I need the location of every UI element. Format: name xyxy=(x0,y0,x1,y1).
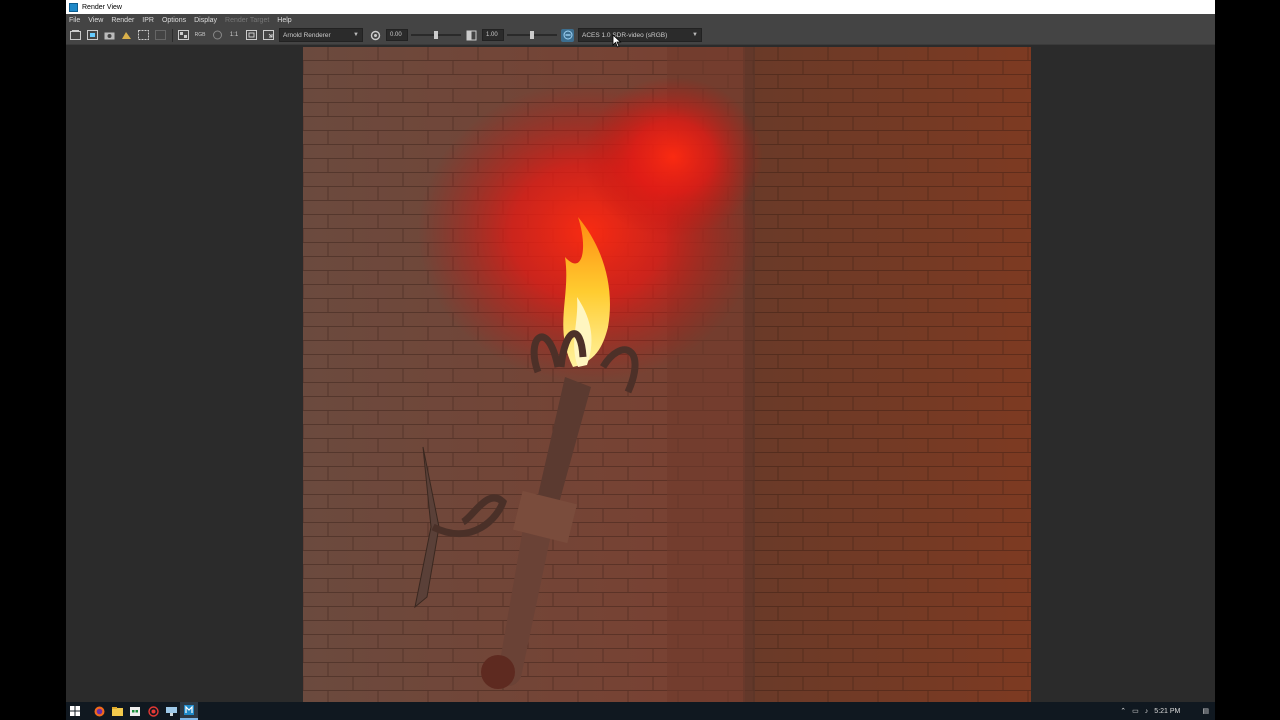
store-icon[interactable] xyxy=(126,702,144,720)
render-viewport[interactable] xyxy=(66,45,1215,702)
rendered-torch-image xyxy=(303,47,1031,702)
chevron-up-icon[interactable]: ⌃ xyxy=(1120,707,1126,715)
exposure-slider[interactable] xyxy=(411,29,461,41)
gamma-slider-thumb[interactable] xyxy=(530,31,534,39)
menu-bar: File View Render IPR Options Display Ren… xyxy=(66,14,1215,26)
display-rgb-icon[interactable] xyxy=(177,29,189,41)
title-bar: Render View xyxy=(66,0,1215,14)
file-explorer-icon[interactable] xyxy=(108,702,126,720)
right-letterbox xyxy=(1215,0,1280,720)
clock[interactable]: 5:21 PM xyxy=(1154,708,1180,715)
gamma-slider[interactable] xyxy=(507,29,557,41)
menu-ipr[interactable]: IPR xyxy=(142,17,154,24)
volume-icon[interactable]: ♪ xyxy=(1145,708,1149,715)
remove-image-icon xyxy=(154,29,166,41)
toolbar-separator xyxy=(172,28,173,42)
view-transform-select[interactable]: ACES 1.0 SDR-video (sRGB) ▼ xyxy=(578,28,702,42)
chevron-down-icon: ▼ xyxy=(692,32,698,38)
renderer-select[interactable]: Arnold Renderer ▼ xyxy=(279,28,363,42)
menu-render-target: Render Target xyxy=(225,16,270,24)
keep-image-icon[interactable] xyxy=(120,29,132,41)
network-drive-icon[interactable] xyxy=(162,702,180,720)
exposure-slider-thumb[interactable] xyxy=(434,31,438,39)
window-title: Render View xyxy=(82,3,122,11)
network-icon[interactable]: ▭ xyxy=(1132,707,1139,715)
reset-exposure-icon[interactable] xyxy=(369,29,381,41)
left-letterbox xyxy=(0,0,66,720)
menu-render[interactable]: Render xyxy=(111,17,134,24)
menu-help[interactable]: Help xyxy=(277,17,291,24)
system-tray: ⌃ ▭ ♪ 5:21 PM ▤ xyxy=(1114,702,1209,720)
reset-gamma-icon[interactable] xyxy=(465,29,477,41)
real-size-button[interactable]: 1:1 xyxy=(228,29,240,41)
menu-file[interactable]: File xyxy=(69,17,80,24)
region-render-icon[interactable] xyxy=(137,29,149,41)
alpha-channel-icon[interactable] xyxy=(211,29,223,41)
rgb-channel-button[interactable]: RGB xyxy=(194,29,206,41)
exposure-input[interactable]: 0.00 xyxy=(386,29,408,41)
frame-region-icon[interactable] xyxy=(262,29,274,41)
view-transform-value: ACES 1.0 SDR-video (sRGB) xyxy=(582,31,668,39)
notifications-icon[interactable]: ▤ xyxy=(1202,707,1209,715)
ipr-render-icon[interactable] xyxy=(86,29,98,41)
menu-options[interactable]: Options xyxy=(162,17,186,24)
record-icon[interactable] xyxy=(144,702,162,720)
start-icon[interactable] xyxy=(66,702,84,720)
mouse-cursor-icon xyxy=(612,34,622,48)
taskbar: ⌃ ▭ ♪ 5:21 PM ▤ xyxy=(66,702,1215,720)
toolbar: RGB 1:1 Arnold Renderer ▼ 0.00 1.00 ACES… xyxy=(66,26,1215,45)
render-view-window: Render View File View Render IPR Options… xyxy=(66,0,1215,702)
renderer-select-value: Arnold Renderer xyxy=(283,31,331,39)
color-management-icon[interactable] xyxy=(561,28,574,42)
maya-icon[interactable] xyxy=(180,702,198,720)
menu-view[interactable]: View xyxy=(88,17,103,24)
redo-render-icon[interactable] xyxy=(69,29,81,41)
maya-app-icon xyxy=(69,2,78,12)
gamma-input[interactable]: 1.00 xyxy=(482,29,504,41)
menu-display[interactable]: Display xyxy=(194,17,217,24)
chevron-down-icon: ▼ xyxy=(353,32,359,38)
frame-image-icon[interactable] xyxy=(245,29,257,41)
snapshot-icon[interactable] xyxy=(103,29,115,41)
firefox-icon[interactable] xyxy=(90,702,108,720)
